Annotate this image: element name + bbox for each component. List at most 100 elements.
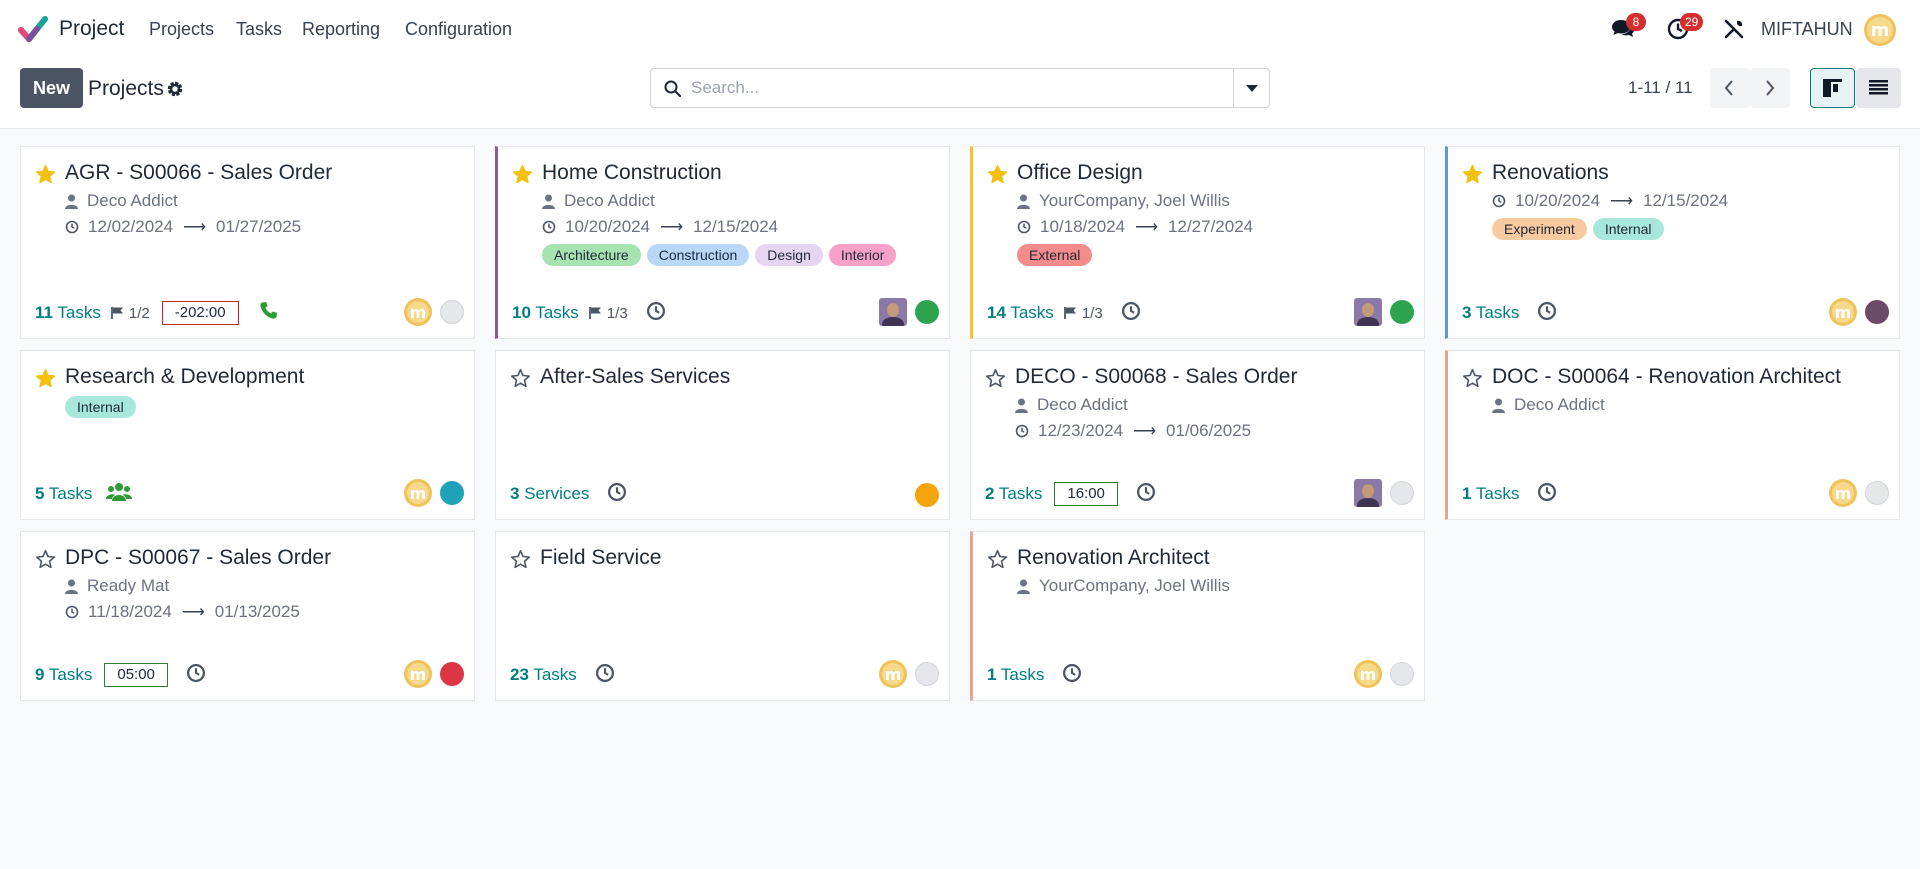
messages-menu[interactable]: 8 (1608, 0, 1648, 60)
pager-value[interactable]: 1-11 / 11 (1628, 78, 1693, 98)
tasks-count-button[interactable]: 3 Tasks (1462, 303, 1519, 323)
gear-icon[interactable] (166, 80, 184, 98)
activities-menu[interactable]: 29 (1664, 0, 1708, 60)
tasks-count-button[interactable]: 23 Tasks (510, 665, 577, 685)
nav-tasks[interactable]: Tasks (236, 19, 282, 40)
user-photo-avatar[interactable] (1354, 479, 1382, 507)
kanban-view-button[interactable] (1810, 68, 1855, 108)
user-avatar[interactable]: m (404, 479, 432, 507)
project-card[interactable]: Renovation Architect YourCompany, Joel Wi… (970, 531, 1425, 701)
user-avatar[interactable]: m (1864, 14, 1896, 46)
project-card[interactable]: DECO - S00068 - Sales Order Deco Addict 12… (970, 350, 1425, 520)
user-menu-name[interactable]: MIFTAHUN (1761, 19, 1853, 40)
status-indicator[interactable] (440, 481, 464, 505)
phone-icon[interactable] (259, 301, 278, 320)
star-outline-icon[interactable] (510, 368, 531, 389)
activity-button[interactable] (1136, 482, 1156, 507)
tasks-count-button[interactable]: 14 Tasks (987, 303, 1054, 323)
star-filled-icon[interactable] (35, 368, 56, 389)
tasks-count-button[interactable]: 5 Tasks (35, 484, 92, 504)
star-outline-icon[interactable] (1462, 368, 1483, 389)
user-avatar[interactable]: m (1829, 479, 1857, 507)
tasks-count-button[interactable]: 10 Tasks (512, 303, 579, 323)
project-card[interactable]: Renovations 10/20/2024 ⟶ 12/15/2024 Experime… (1445, 146, 1900, 339)
status-indicator[interactable] (915, 662, 939, 686)
project-card[interactable]: Research & Development Internal 5 Tasks m (20, 350, 475, 520)
activity-button[interactable] (1062, 663, 1082, 688)
project-card[interactable]: AGR - S00066 - Sales Order Deco Addict 12/… (20, 146, 475, 339)
project-title[interactable]: Renovation Architect (1017, 546, 1210, 570)
new-button[interactable]: New (20, 68, 83, 108)
project-card[interactable]: Home Construction Deco Addict 10/20/2024 ⟶ 1… (495, 146, 950, 339)
project-title[interactable]: Office Design (1017, 161, 1143, 185)
project-title[interactable]: Renovations (1492, 161, 1609, 185)
tag[interactable]: Internal (1592, 218, 1664, 240)
user-avatar[interactable]: m (879, 660, 907, 688)
project-title[interactable]: AGR - S00066 - Sales Order (65, 161, 332, 185)
pager-next-button[interactable] (1750, 68, 1790, 108)
tasks-count-button[interactable]: 11 Tasks (35, 303, 101, 323)
star-filled-icon[interactable] (512, 164, 533, 185)
status-indicator[interactable] (1390, 662, 1414, 686)
status-indicator[interactable] (915, 300, 939, 324)
project-card[interactable]: Field Service 23 Tasks m (495, 531, 950, 701)
star-outline-icon[interactable] (987, 549, 1008, 570)
project-title[interactable]: Field Service (540, 546, 661, 570)
status-indicator[interactable] (1865, 300, 1889, 324)
tasks-count-button[interactable]: 9 Tasks (35, 665, 92, 685)
status-indicator[interactable] (1390, 300, 1414, 324)
tasks-count-button[interactable]: 3 Services (510, 484, 589, 504)
project-title[interactable]: DOC - S00064 - Renovation Architect (1492, 365, 1841, 389)
star-filled-icon[interactable] (1462, 164, 1483, 185)
project-card[interactable]: After-Sales Services 3 Services (495, 350, 950, 520)
project-card[interactable]: Office Design YourCompany, Joel Willis 10/… (970, 146, 1425, 339)
nav-projects[interactable]: Projects (149, 19, 214, 40)
star-filled-icon[interactable] (987, 164, 1008, 185)
status-indicator[interactable] (1390, 481, 1414, 505)
search-input[interactable] (691, 69, 1231, 107)
activity-button[interactable] (1537, 482, 1557, 507)
user-avatar[interactable]: m (404, 660, 432, 688)
list-view-button[interactable] (1856, 68, 1901, 108)
nav-reporting[interactable]: Reporting (302, 19, 380, 40)
activity-button[interactable] (646, 301, 666, 326)
user-avatar[interactable]: m (404, 298, 432, 326)
activity-button[interactable] (1121, 301, 1141, 326)
star-outline-icon[interactable] (510, 549, 531, 570)
user-photo-avatar[interactable] (879, 298, 907, 326)
status-indicator[interactable] (440, 662, 464, 686)
project-app-logo-icon[interactable] (18, 15, 48, 45)
activity-button[interactable] (186, 663, 206, 688)
tag[interactable]: Architecture (542, 244, 641, 266)
nav-configuration[interactable]: Configuration (405, 19, 512, 40)
tasks-count-button[interactable]: 2 Tasks (985, 484, 1042, 504)
search-options-toggle[interactable] (1233, 69, 1269, 107)
project-card[interactable]: DOC - S00064 - Renovation Architect Deco … (1445, 350, 1900, 520)
debug-tools-icon[interactable] (1723, 18, 1745, 40)
user-photo-avatar[interactable] (1354, 298, 1382, 326)
pager-previous-button[interactable] (1710, 68, 1750, 108)
star-outline-icon[interactable] (985, 368, 1006, 389)
app-name[interactable]: Project (59, 17, 124, 41)
project-title[interactable]: DECO - S00068 - Sales Order (1015, 365, 1297, 389)
user-avatar[interactable]: m (1829, 298, 1857, 326)
tag[interactable]: Construction (646, 244, 750, 266)
tag[interactable]: Experiment (1492, 218, 1587, 240)
status-indicator[interactable] (915, 483, 939, 507)
activity-button[interactable] (607, 482, 627, 507)
project-title[interactable]: Research & Development (65, 365, 304, 389)
activity-button[interactable] (595, 663, 615, 688)
project-title[interactable]: DPC - S00067 - Sales Order (65, 546, 331, 570)
users-icon[interactable] (106, 482, 133, 502)
status-indicator[interactable] (440, 300, 464, 324)
star-outline-icon[interactable] (35, 549, 56, 570)
tag[interactable]: External (1017, 244, 1093, 266)
tasks-count-button[interactable]: 1 Tasks (1462, 484, 1519, 504)
project-title[interactable]: After-Sales Services (540, 365, 730, 389)
tasks-count-button[interactable]: 1 Tasks (987, 665, 1044, 685)
user-avatar[interactable]: m (1354, 660, 1382, 688)
star-filled-icon[interactable] (35, 164, 56, 185)
tag[interactable]: Interior (828, 244, 897, 266)
status-indicator[interactable] (1865, 481, 1889, 505)
tag[interactable]: Internal (65, 396, 136, 418)
